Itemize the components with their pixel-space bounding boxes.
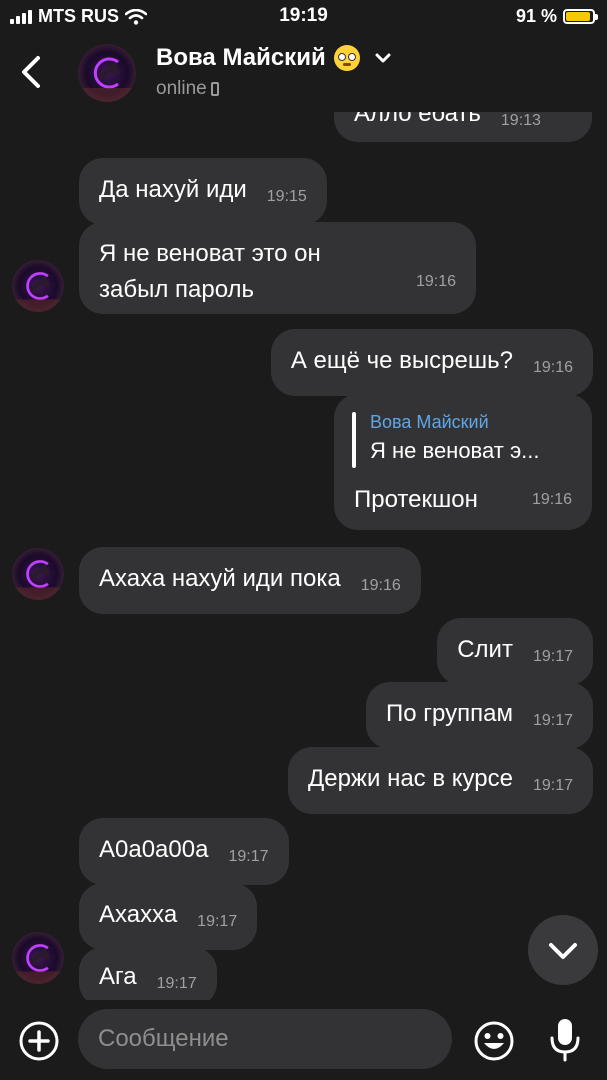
message-text: Держи нас в курсе bbox=[307, 765, 513, 792]
message-bubble-incoming[interactable]: Да нахуй иди 19:15 bbox=[79, 158, 327, 225]
message-time: 19:17 bbox=[532, 777, 573, 794]
microphone-icon[interactable] bbox=[546, 1016, 584, 1064]
battery-icon bbox=[563, 9, 598, 24]
status-bar-right: 91 % bbox=[515, 6, 598, 27]
message-time: 19:16 bbox=[360, 577, 401, 594]
reply-sender-name: Вова Майский bbox=[370, 412, 489, 432]
battery-percent: 91 % bbox=[515, 6, 557, 26]
message-bubble-incoming[interactable]: Ахаха нахуй иди пока 19:16 bbox=[79, 547, 421, 614]
status-text: online bbox=[156, 78, 207, 99]
status-bar: MTS RUS 19:19 91 % bbox=[0, 0, 607, 34]
back-arrow-icon[interactable] bbox=[18, 54, 44, 90]
message-bubble-outgoing[interactable]: Алло ебать 19:13 bbox=[334, 112, 592, 142]
rolling-eyes-emoji-icon bbox=[333, 45, 360, 71]
reply-quote-bar bbox=[352, 412, 356, 468]
scroll-to-bottom-button[interactable] bbox=[528, 915, 598, 985]
contact-name: Вова Майский bbox=[156, 44, 326, 71]
message-bubble-incoming[interactable]: Я не веноват это он забыл пароль 19:16 bbox=[79, 222, 476, 314]
chevron-down-icon[interactable] bbox=[374, 52, 392, 64]
message-time: 19:17 bbox=[156, 975, 197, 992]
message-time: 19:17 bbox=[532, 648, 573, 665]
message-input-placeholder: Сообщение bbox=[98, 1025, 229, 1052]
emoji-smiley-icon[interactable] bbox=[472, 1019, 516, 1063]
message-time: 19:17 bbox=[197, 913, 238, 930]
message-time: 19:16 bbox=[532, 359, 573, 376]
message-text: Я не веноват это он забыл пароль bbox=[99, 240, 321, 303]
message-text: Да нахуй иди bbox=[99, 176, 247, 203]
message-text: Слит bbox=[457, 636, 513, 663]
composer-bar: Сообщение bbox=[0, 1000, 607, 1080]
message-time: 19:13 bbox=[500, 112, 541, 129]
mobile-device-icon bbox=[210, 82, 219, 96]
message-time: 19:16 bbox=[531, 491, 572, 508]
message-bubble-outgoing[interactable]: По группам 19:17 bbox=[366, 682, 593, 749]
message-bubble-outgoing[interactable]: Держи нас в курсе 19:17 bbox=[287, 747, 593, 814]
message-text: Алло ебать bbox=[354, 112, 481, 127]
battery-fill bbox=[566, 12, 590, 21]
message-bubble-outgoing[interactable]: Слит 19:17 bbox=[437, 618, 593, 685]
message-text: Ахаха нахуй иди пока bbox=[99, 565, 341, 592]
contact-avatar[interactable] bbox=[78, 44, 136, 102]
message-input[interactable]: Сообщение bbox=[78, 1009, 452, 1069]
message-bubble-incoming[interactable]: Ахахха 19:17 bbox=[79, 883, 258, 950]
contact-status: online bbox=[156, 78, 219, 100]
plus-circle-icon[interactable] bbox=[18, 1020, 60, 1062]
sender-avatar[interactable] bbox=[12, 548, 64, 600]
chevron-down-icon bbox=[549, 943, 577, 959]
message-text: По группам bbox=[386, 700, 513, 727]
message-bubble-incoming[interactable]: Ага 19:17 bbox=[79, 947, 217, 1000]
message-bubble-incoming[interactable]: А0а0а00а 19:17 bbox=[79, 818, 289, 885]
message-time: 19:15 bbox=[266, 188, 307, 205]
message-text: Протекшон bbox=[354, 486, 478, 513]
message-text: Ага bbox=[99, 963, 137, 990]
message-time: 19:17 bbox=[532, 712, 573, 729]
sender-avatar[interactable] bbox=[12, 932, 64, 984]
reply-quoted-text: Я не веноват э... bbox=[370, 438, 540, 463]
message-text: А ещё че высрешь? bbox=[290, 347, 513, 374]
sender-avatar[interactable] bbox=[12, 260, 64, 312]
message-list[interactable]: Алло ебать 19:13 Да нахуй иди 19:15 Я не в… bbox=[0, 112, 607, 1000]
message-text: Ахахха bbox=[99, 901, 178, 928]
message-text: А0а0а00а bbox=[99, 836, 209, 863]
reply-quote[interactable]: Вова Майский Я не веноват э... bbox=[370, 410, 580, 468]
chat-header: Вова Майский online bbox=[0, 34, 607, 112]
message-bubble-outgoing[interactable]: А ещё че высрешь? 19:16 bbox=[270, 329, 593, 396]
message-time: 19:16 bbox=[415, 273, 456, 290]
message-time: 19:17 bbox=[228, 848, 269, 865]
contact-name-row[interactable]: Вова Майский bbox=[156, 44, 392, 72]
message-bubble-outgoing-reply[interactable]: Вова Майский Я не веноват э... Протекшон… bbox=[334, 394, 592, 530]
